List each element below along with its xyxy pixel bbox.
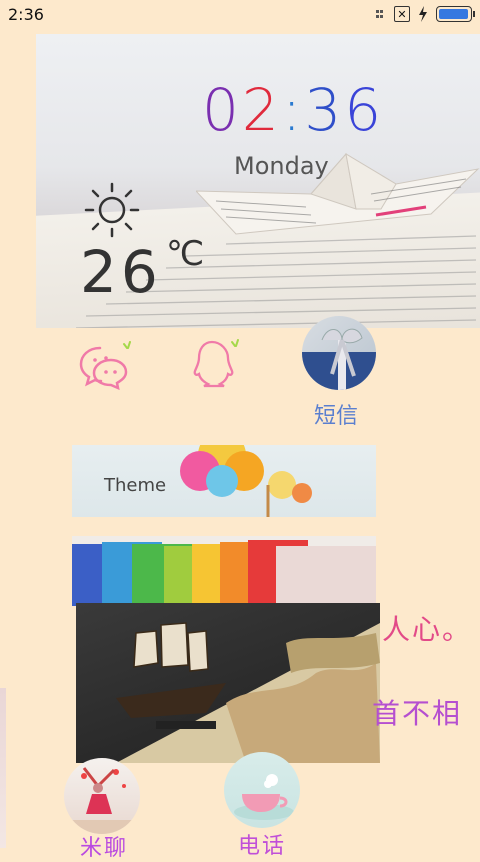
decor-text-1: 人心。 <box>382 613 473 646</box>
sms-app-icon[interactable] <box>302 316 376 390</box>
theme-app-card[interactable]: Theme <box>72 445 376 517</box>
crayons-app-card[interactable] <box>72 536 376 606</box>
clock-weather-widget[interactable]: 02:36 Monday 26 ℃ <box>36 34 480 328</box>
photos-app-icon[interactable] <box>64 758 140 834</box>
clock-day: Monday <box>234 152 329 180</box>
no-sim-icon: ✕ <box>394 6 410 22</box>
signal-dots-icon <box>376 10 386 18</box>
girl-jumping-image <box>64 767 140 834</box>
ship-map-image <box>116 622 380 763</box>
photos-label: 米聊 <box>80 836 129 861</box>
charging-bolt-icon <box>419 6 427 22</box>
status-icons: ✕ <box>376 6 475 22</box>
temperature-unit: ℃ <box>166 234 205 274</box>
clock-time: 02:36 <box>202 76 385 144</box>
wechat-icon[interactable] <box>78 340 134 390</box>
sun-icon <box>84 182 140 238</box>
theme-label: Theme <box>104 475 167 496</box>
sms-label: 短信 <box>314 404 359 429</box>
decor-text-2: 首不相 <box>372 697 463 730</box>
gift-box-icon <box>302 328 376 390</box>
teacup-image <box>234 774 294 820</box>
battery-icon <box>436 6 475 22</box>
temperature-value: 26 <box>80 238 162 306</box>
crayons-image <box>72 540 376 606</box>
phone-app-icon[interactable] <box>224 752 300 828</box>
left-edge-decoration <box>0 688 6 848</box>
phone-label: 电话 <box>238 834 287 859</box>
qq-penguin-icon[interactable] <box>190 338 244 390</box>
status-time: 2:36 <box>8 5 44 24</box>
status-bar: 2:36 ✕ <box>0 0 480 30</box>
ship-map-card[interactable] <box>76 603 380 763</box>
